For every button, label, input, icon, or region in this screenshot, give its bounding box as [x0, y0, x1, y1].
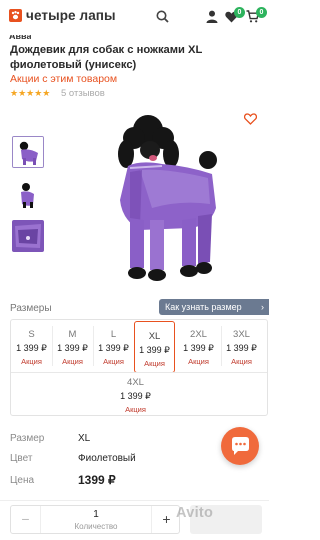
rating-stars-text: ★★★★★	[10, 88, 51, 98]
size-promo-badge: Акция	[231, 357, 252, 366]
quantity-label: Количество	[74, 522, 118, 531]
reviews-link[interactable]: 5 отзывов	[61, 88, 105, 99]
size-detail-label: Размер	[10, 433, 45, 444]
color-detail-label: Цвет	[10, 453, 33, 464]
size-promo-badge: Акция	[188, 357, 209, 366]
decrease-quantity-button[interactable]: −	[11, 506, 41, 533]
size-price: 1 399 ₽	[139, 345, 170, 355]
chat-button[interactable]	[221, 427, 259, 465]
size-price: 1 399 ₽	[57, 343, 88, 353]
size-guide-label: Как узнать размер	[165, 302, 242, 312]
chevron-right-icon: ›	[261, 302, 264, 312]
size-name: M	[68, 329, 77, 340]
size-option-m[interactable]: M 1 399 ₽ Акция	[52, 320, 93, 372]
brand-name[interactable]: Авва	[9, 35, 31, 40]
size-name: 3XL	[233, 329, 250, 340]
size-price: 1 399 ₽	[226, 343, 257, 353]
sizes-label: Размеры	[10, 303, 52, 314]
size-promo-badge: Акция	[62, 357, 83, 366]
size-option-xl[interactable]: XL 1 399 ₽ Акция	[134, 321, 175, 373]
quantity-value[interactable]: 1	[41, 509, 151, 520]
thumbnail-1[interactable]	[12, 136, 44, 168]
size-price: 1 399 ₽	[183, 343, 214, 353]
promotions-link[interactable]: Акции с этим товаром	[10, 73, 117, 85]
size-promo-badge: Акция	[144, 359, 165, 368]
size-price: 1 399 ₽	[120, 391, 151, 401]
thumbnail-3[interactable]	[12, 220, 44, 252]
size-promo-badge: Акция	[21, 357, 42, 366]
avito-watermark: Avito	[176, 505, 214, 521]
size-name: L	[110, 329, 117, 340]
logo-text[interactable]: четыре лапы	[26, 8, 116, 23]
rating-stars[interactable]: ★★★★★	[10, 88, 50, 98]
size-option-l[interactable]: L 1 399 ₽ Акция	[93, 320, 134, 372]
size-price: 1 399 ₽	[98, 343, 129, 353]
cart-count-badge: 0	[256, 7, 267, 18]
product-main-image[interactable]	[70, 108, 240, 288]
size-detail-value: XL	[78, 433, 91, 444]
size-promo-badge: Акция	[103, 357, 124, 366]
size-promo-badge: Акция	[125, 405, 146, 414]
chat-bubble-icon	[232, 437, 249, 455]
add-to-favorites-heart-icon[interactable]	[243, 112, 258, 130]
top-header: четыре лапы 0 0	[0, 0, 269, 36]
size-name: 4XL	[127, 377, 144, 388]
thumbnail-2[interactable]	[12, 180, 44, 212]
size-name: S	[28, 329, 35, 340]
size-name: XL	[148, 331, 161, 342]
size-selector: S 1 399 ₽ Акция M 1 399 ₽ Акция L 1 399 …	[10, 319, 268, 416]
size-guide-button[interactable]: Как узнать размер ›	[159, 299, 269, 315]
size-option-s[interactable]: S 1 399 ₽ Акция	[11, 320, 52, 372]
size-option-4xl[interactable]: 4XL 1 399 ₽ Акция	[115, 368, 156, 420]
price-detail-value: 1399 ₽	[78, 473, 116, 487]
logo-paw-icon[interactable]	[9, 9, 22, 22]
product-page: четыре лапы 0 0 Авва Дождевик для собак …	[0, 0, 269, 540]
wishlist-count-badge: 0	[234, 7, 245, 18]
size-option-2xl[interactable]: 2XL 1 399 ₽ Акция	[178, 320, 219, 372]
price-detail-label: Цена	[10, 475, 35, 486]
user-icon[interactable]	[206, 10, 218, 28]
product-title: Дождевик для собак с ножками XL фиолетов…	[10, 44, 203, 71]
size-option-3xl[interactable]: 3XL 1 399 ₽ Акция	[221, 320, 262, 372]
search-icon[interactable]	[156, 10, 169, 28]
color-detail-value: Фиолетовый	[78, 453, 136, 464]
quantity-stepper[interactable]: − 1 Количество +	[10, 505, 180, 534]
size-name: 2XL	[190, 329, 207, 340]
size-price: 1 399 ₽	[16, 343, 47, 353]
